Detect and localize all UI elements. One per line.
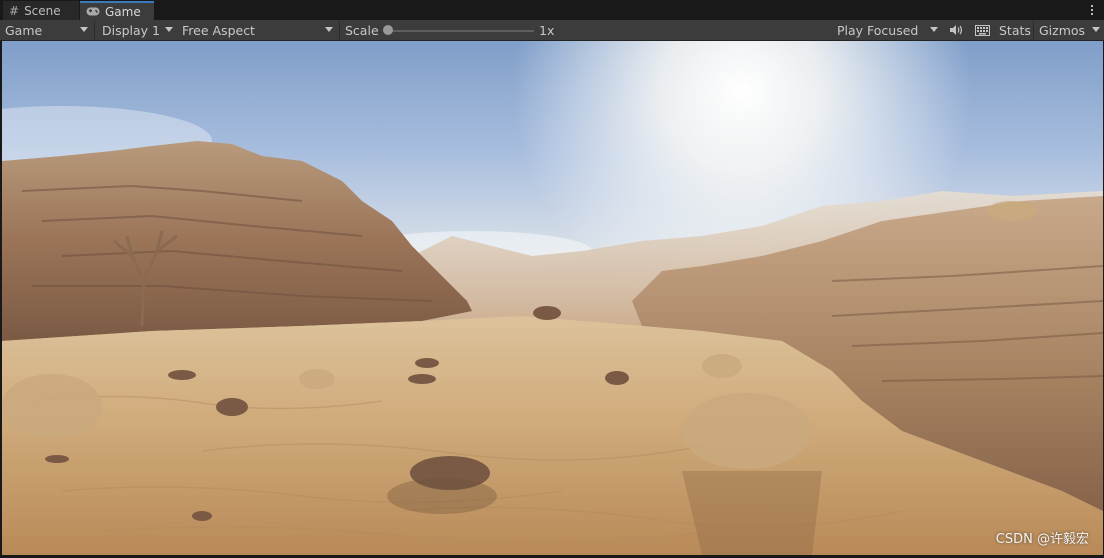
shadow: [682, 471, 822, 555]
play-mode-select[interactable]: Play Focused: [832, 20, 942, 40]
rock: [192, 511, 212, 521]
scale-value: 1x: [534, 20, 564, 40]
left-rock-formation: [2, 141, 472, 341]
keyboard-shortcuts-button[interactable]: [970, 20, 994, 40]
dry-shrub: [299, 369, 335, 389]
game-viewport[interactable]: CSDN @许毅宏: [2, 41, 1103, 555]
stats-label: Stats: [999, 22, 1031, 38]
grid-icon: #: [9, 3, 20, 18]
chevron-down-icon: [930, 27, 938, 32]
rock: [216, 398, 248, 416]
scale-label-text: Scale: [345, 22, 379, 38]
scale-label: Scale: [340, 20, 384, 40]
view-select-label: Game: [5, 22, 43, 38]
tab-scene[interactable]: # Scene: [3, 1, 79, 20]
play-mode-label: Play Focused: [837, 22, 919, 38]
chevron-down-icon: [1092, 27, 1100, 32]
display-select[interactable]: Display 1: [97, 20, 177, 40]
game-toolbar: Game Display 1 Free Aspect Scale 1x Play…: [0, 20, 1104, 41]
desert-scene: [2, 41, 1103, 555]
rock: [605, 371, 629, 385]
scale-slider-handle[interactable]: [383, 25, 393, 35]
tab-scene-label: Scene: [24, 3, 61, 18]
rock: [415, 358, 439, 368]
dry-shrub: [987, 201, 1037, 221]
more-options-icon[interactable]: [1086, 2, 1098, 18]
rock: [168, 370, 196, 380]
aspect-select-label: Free Aspect: [182, 22, 255, 38]
gizmos-button[interactable]: Gizmos: [1034, 20, 1104, 40]
watermark: CSDN @许毅宏: [995, 532, 1089, 547]
divider: [94, 21, 95, 39]
rock: [408, 374, 436, 384]
chevron-down-icon: [80, 27, 88, 32]
tab-game-label: Game: [105, 4, 141, 19]
scale-slider-track[interactable]: [386, 30, 534, 32]
gizmos-label: Gizmos: [1039, 22, 1086, 38]
rock: [533, 306, 561, 320]
tab-bar: # Scene Game: [0, 0, 1104, 20]
chevron-down-icon: [165, 27, 173, 32]
scale-value-text: 1x: [539, 22, 555, 38]
mute-audio-button[interactable]: [944, 20, 968, 40]
gamepad-icon: [86, 5, 100, 19]
dry-shrub: [702, 354, 742, 378]
rock: [45, 455, 69, 463]
tab-game[interactable]: Game: [80, 1, 154, 20]
chevron-down-icon: [325, 27, 333, 32]
dry-shrub: [2, 374, 102, 438]
aspect-select[interactable]: Free Aspect: [177, 20, 337, 40]
speaker-icon: [950, 25, 962, 35]
dry-shrub: [682, 393, 812, 469]
keyboard-icon: [974, 24, 990, 36]
shadow: [387, 478, 497, 514]
view-select[interactable]: Game: [0, 20, 92, 40]
stats-button[interactable]: Stats: [994, 20, 1032, 40]
display-select-label: Display 1: [102, 22, 161, 38]
